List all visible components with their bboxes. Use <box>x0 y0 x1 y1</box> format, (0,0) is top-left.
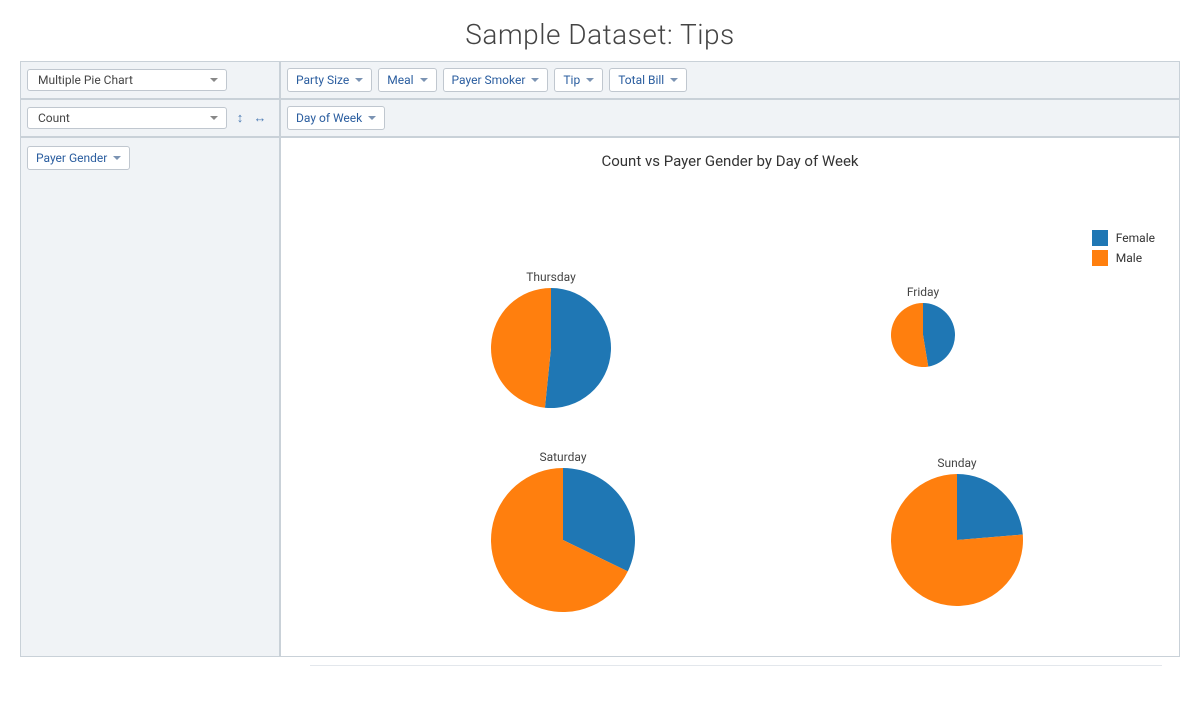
pie-friday[interactable]: Friday <box>891 285 955 367</box>
caret-down-icon <box>420 78 428 82</box>
unused-attrs-zone[interactable]: Party Size Meal Payer Smoker Tip Total Bill <box>280 61 1180 99</box>
legend-swatch-female <box>1092 230 1108 246</box>
row-attrs-zone[interactable]: Payer Gender <box>20 137 280 657</box>
attr-chip-payer-smoker[interactable]: Payer Smoker <box>443 68 549 92</box>
pie-label: Friday <box>891 285 955 299</box>
attr-chip-label: Payer Smoker <box>452 73 526 87</box>
legend-label: Female <box>1116 231 1155 245</box>
attr-chip-party-size[interactable]: Party Size <box>287 68 372 92</box>
chart-title: Count vs Payer Gender by Day of Week <box>281 152 1179 170</box>
caret-down-icon <box>113 156 121 160</box>
pivot-table-ui: Multiple Pie Chart Party Size Meal Payer S… <box>20 61 1180 657</box>
pie-grid: Female Male Thursday Friday Saturday Sunday <box>281 170 1179 630</box>
footer-divider <box>310 665 1162 666</box>
page-title: Sample Dataset: Tips <box>0 0 1200 61</box>
sort-vertical-icon[interactable]: ↕ <box>233 111 247 125</box>
legend-swatch-male <box>1092 250 1108 266</box>
caret-down-icon <box>586 78 594 82</box>
chart-legend: Female Male <box>1092 230 1155 270</box>
attr-chip-payer-gender[interactable]: Payer Gender <box>27 146 130 170</box>
caret-down-icon <box>670 78 678 82</box>
caret-down-icon <box>210 116 218 120</box>
attr-chip-meal[interactable]: Meal <box>378 68 436 92</box>
legend-item-female[interactable]: Female <box>1092 230 1155 246</box>
aggregator-select[interactable]: Count <box>27 107 227 129</box>
pie-thursday[interactable]: Thursday <box>491 270 611 408</box>
caret-down-icon <box>355 78 363 82</box>
attr-chip-total-bill[interactable]: Total Bill <box>609 68 687 92</box>
aggregator-select-value: Count <box>38 111 70 125</box>
pie-label: Saturday <box>491 450 635 464</box>
pie-saturday[interactable]: Saturday <box>491 450 635 612</box>
aggregator-cell: Count ↕ ↔ <box>20 99 280 137</box>
attr-chip-label: Party Size <box>296 73 349 87</box>
renderer-select-value: Multiple Pie Chart <box>38 73 133 87</box>
chart-render-area: Count vs Payer Gender by Day of Week Fem… <box>280 137 1180 657</box>
pie-label: Thursday <box>491 270 611 284</box>
caret-down-icon <box>368 116 376 120</box>
renderer-select[interactable]: Multiple Pie Chart <box>27 69 227 91</box>
sort-horizontal-icon[interactable]: ↔ <box>253 111 267 125</box>
renderer-cell: Multiple Pie Chart <box>20 61 280 99</box>
pie-label: Sunday <box>891 456 1023 470</box>
attr-chip-label: Payer Gender <box>36 151 107 165</box>
caret-down-icon <box>210 78 218 82</box>
attr-chip-label: Tip <box>563 73 580 87</box>
caret-down-icon <box>531 78 539 82</box>
column-attrs-zone[interactable]: Day of Week <box>280 99 1180 137</box>
legend-label: Male <box>1116 251 1142 265</box>
attr-chip-day-of-week[interactable]: Day of Week <box>287 106 385 130</box>
legend-item-male[interactable]: Male <box>1092 250 1155 266</box>
attr-chip-label: Day of Week <box>296 111 362 125</box>
pie-sunday[interactable]: Sunday <box>891 456 1023 606</box>
attr-chip-label: Total Bill <box>618 73 664 87</box>
attr-chip-label: Meal <box>387 73 413 87</box>
attr-chip-tip[interactable]: Tip <box>554 68 603 92</box>
